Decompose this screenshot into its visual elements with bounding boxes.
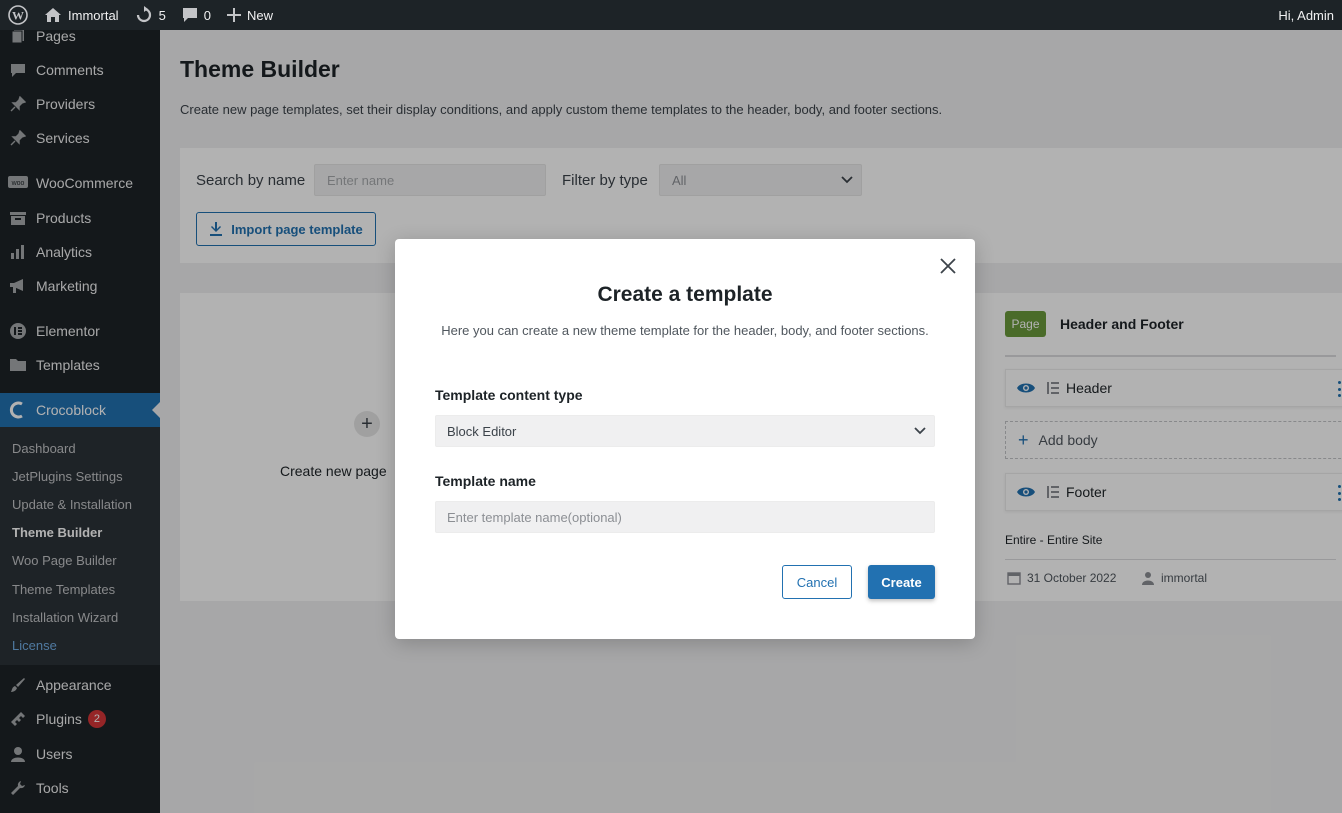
- close-icon: [940, 258, 956, 274]
- site-name: Immortal: [68, 7, 119, 23]
- create-template-dialog: Create a template Here you can create a …: [395, 239, 975, 639]
- create-button[interactable]: Create: [868, 565, 935, 599]
- site-name-link[interactable]: Immortal: [36, 0, 127, 30]
- template-name-input[interactable]: Enter template name(optional): [435, 501, 935, 533]
- updates-count: 5: [158, 7, 166, 23]
- comments-link[interactable]: 0: [174, 0, 219, 30]
- new-label: New: [247, 7, 274, 23]
- close-button[interactable]: [939, 257, 957, 275]
- plus-icon: [227, 8, 242, 22]
- content-type-label: Template content type: [435, 387, 583, 403]
- content-type-value: Block Editor: [447, 423, 517, 439]
- wordpress-icon: W: [8, 5, 28, 25]
- chevron-down-icon: [914, 427, 926, 435]
- template-name-placeholder: Enter template name(optional): [447, 509, 622, 525]
- account-link[interactable]: Hi, Admin: [1270, 0, 1342, 30]
- updates-link[interactable]: 5: [127, 0, 174, 30]
- dialog-title: Create a template: [597, 283, 773, 306]
- admin-bar: W Immortal 5 0 New Hi, Admin: [0, 0, 1342, 30]
- comments-count: 0: [203, 7, 212, 23]
- new-content-link[interactable]: New: [219, 0, 281, 30]
- svg-text:W: W: [12, 9, 24, 23]
- refresh-icon: [136, 6, 151, 23]
- comment-icon: [182, 8, 197, 22]
- home-icon: [45, 8, 61, 22]
- dialog-description: Here you can create a new theme template…: [441, 323, 929, 338]
- template-name-label: Template name: [435, 473, 536, 489]
- cancel-button[interactable]: Cancel: [782, 565, 852, 599]
- wordpress-logo-button[interactable]: W: [0, 0, 36, 30]
- greeting: Hi, Admin: [1278, 7, 1334, 23]
- content-type-select[interactable]: Block Editor: [435, 415, 935, 447]
